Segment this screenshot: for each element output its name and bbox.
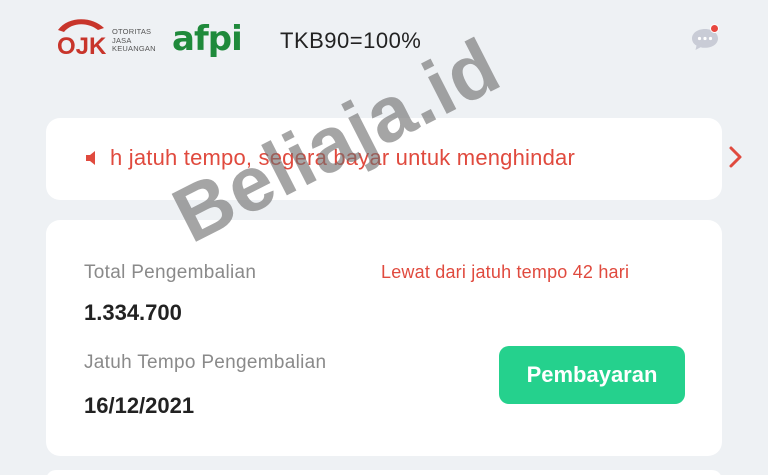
ojk-text: OTORITAS JASA KEUANGAN xyxy=(112,27,156,54)
tkb-indicator: TKB90=100% xyxy=(280,28,422,53)
notice-message: h jatuh tempo, segera bayar untuk menghi… xyxy=(110,145,575,170)
loan-summary-card: Total Pengembalian Lewat dari jatuh temp… xyxy=(46,220,722,456)
due-date-label: Jatuh Tempo Pengembalian xyxy=(84,352,327,373)
pay-button[interactable]: Pembayaran xyxy=(499,346,685,404)
overdue-text: Lewat dari jatuh tempo 42 hari xyxy=(381,262,630,282)
ojk-mark-text: OJK xyxy=(57,33,106,60)
afpi-logo: afpi xyxy=(172,19,243,59)
notification-dot xyxy=(710,24,719,33)
ojk-logo: OJK OTORITAS JASA KEUANGAN xyxy=(54,14,164,62)
overdue-notice-banner[interactable]: h jatuh tempo, segera bayar untuk menghi… xyxy=(46,118,742,200)
speaker-icon xyxy=(86,151,95,165)
due-date-value: 16/12/2021 xyxy=(84,393,195,418)
total-label: Total Pengembalian xyxy=(84,262,257,283)
total-value: 1.334.700 xyxy=(84,300,182,325)
ojk-text-line: KEUANGAN xyxy=(112,44,156,53)
next-card-edge xyxy=(46,470,722,475)
ojk-logo-mark-icon: OJK xyxy=(57,19,106,60)
header: OJK OTORITAS JASA KEUANGAN afpi TKB90=10… xyxy=(0,0,768,90)
chevron-right-icon[interactable] xyxy=(726,144,746,170)
